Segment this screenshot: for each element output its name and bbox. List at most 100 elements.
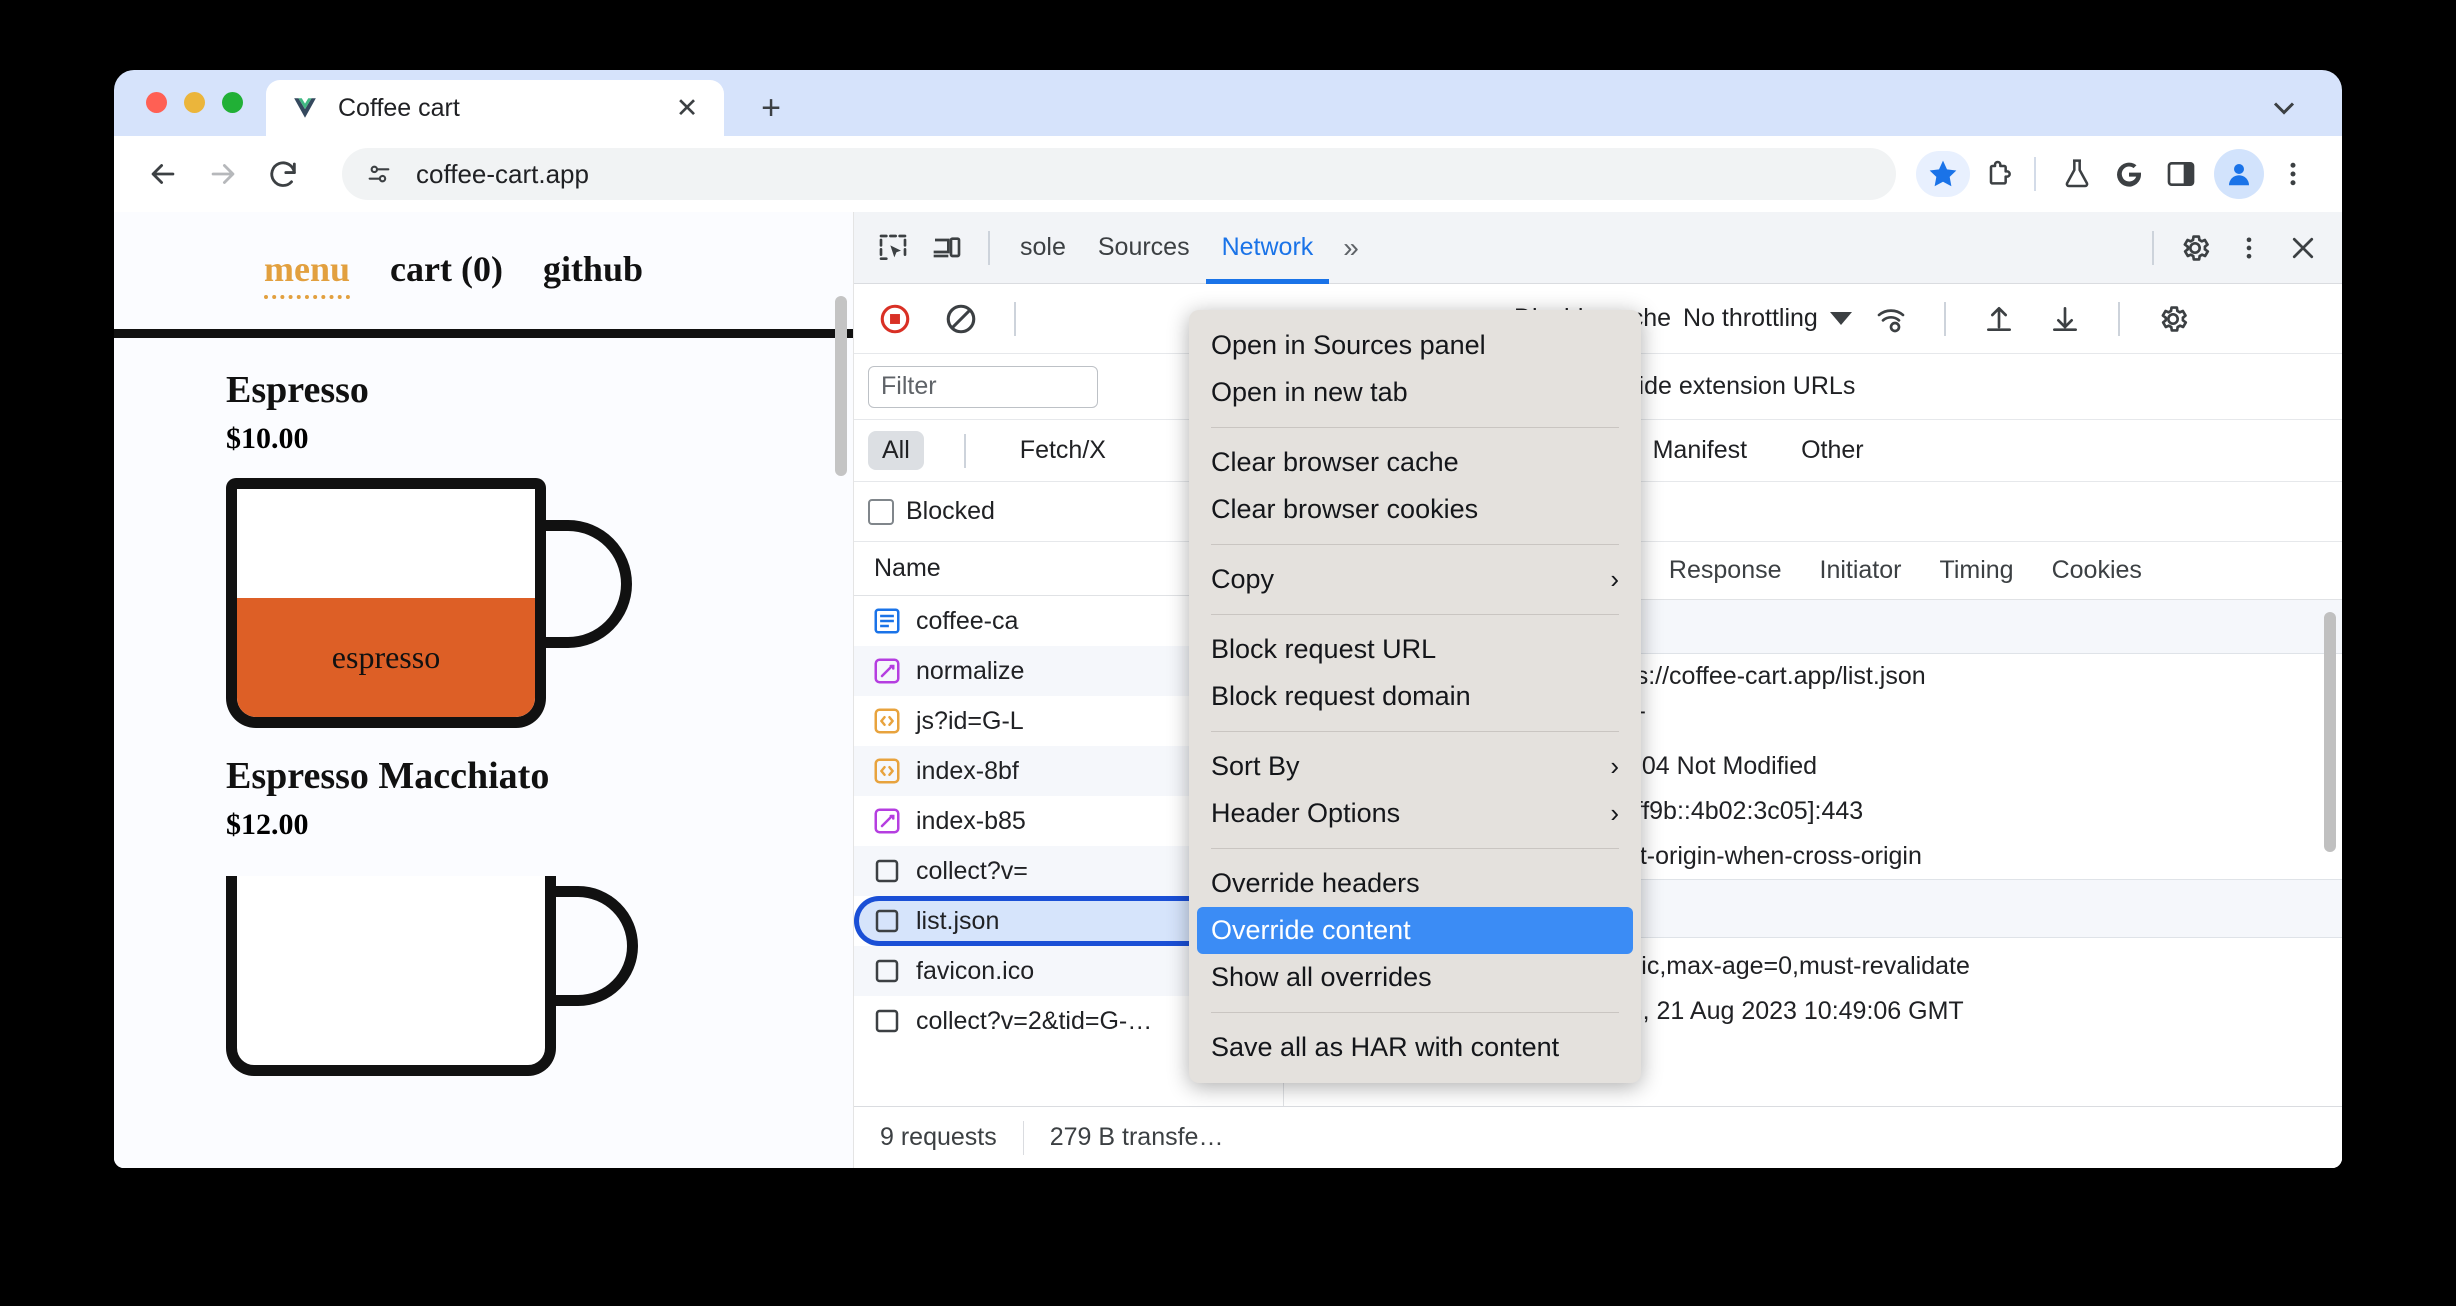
menu-separator (1211, 848, 1619, 849)
gear-icon[interactable] (2168, 224, 2222, 272)
menu-item-open-in-sources-panel[interactable]: Open in Sources panel (1189, 322, 1641, 369)
record-stop-icon[interactable] (868, 295, 922, 343)
filter-input[interactable]: Filter (868, 365, 1098, 408)
export-har-icon[interactable] (2038, 295, 2092, 343)
request-name: index-b85 (916, 806, 1026, 835)
menu-separator (1211, 544, 1619, 545)
hide-extension-urls-label: Hide extension URLs (1620, 372, 1856, 400)
request-name: js?id=G-L (916, 706, 1024, 735)
bookmark-star-icon[interactable] (1916, 151, 1970, 197)
type-filter-fetch-xhr[interactable]: Fetch/X (1006, 431, 1120, 470)
header-value: Mon, 21 Aug 2023 10:49:06 GMT (1594, 997, 1964, 1025)
nav-link-menu[interactable]: menu (264, 248, 351, 299)
network-conditions-icon[interactable] (1864, 295, 1918, 343)
type-filter-all[interactable]: All (868, 431, 924, 470)
back-arrow-icon[interactable] (140, 151, 186, 197)
side-panel-icon[interactable] (2158, 151, 2204, 197)
toolbar-divider (2152, 230, 2154, 265)
clear-network-icon[interactable] (934, 295, 988, 343)
page-scrollbar[interactable] (835, 296, 847, 476)
generic-file-icon (872, 856, 902, 886)
detail-scrollbar[interactable] (2324, 612, 2336, 852)
menu-item-sort-by[interactable]: Sort By › (1189, 743, 1641, 790)
forward-arrow-icon[interactable] (200, 151, 246, 197)
header-value: public,max-age=0,must-revalidate (1594, 952, 1970, 980)
checkbox-box[interactable] (868, 498, 894, 525)
type-filter-other[interactable]: Other (1787, 431, 1878, 470)
menu-item-copy[interactable]: Copy › (1189, 556, 1641, 603)
script-icon (872, 756, 902, 786)
referrer-policy-value: strict-origin-when-cross-origin (1594, 842, 1922, 870)
experiments-flask-icon[interactable] (2054, 151, 2100, 197)
nav-link-cart[interactable]: cart (0) (390, 248, 503, 290)
stylesheet-icon (872, 656, 902, 686)
close-window-button[interactable] (146, 92, 167, 113)
minimize-window-button[interactable] (184, 92, 205, 113)
browser-tab[interactable]: Coffee cart ✕ (266, 80, 724, 136)
chevron-down-icon[interactable] (2266, 90, 2302, 126)
extensions-puzzle-icon[interactable] (1976, 151, 2022, 197)
new-tab-button[interactable]: + (754, 91, 788, 126)
chrome-menu-icon[interactable] (2270, 151, 2316, 197)
inspect-element-icon[interactable] (866, 224, 920, 272)
request-name: index-8bf (916, 756, 1019, 785)
menu-item-show-all-overrides[interactable]: Show all overrides (1189, 954, 1641, 1001)
blocked-checkbox[interactable]: Blocked (868, 497, 995, 526)
menu-item-override-content[interactable]: Override content (1197, 907, 1633, 954)
espresso-cup-graphic[interactable]: espresso (226, 478, 632, 728)
screenshot-root: Coffee cart ✕ + coffee-cart.app menu car… (0, 0, 2456, 1306)
maximize-window-button[interactable] (222, 92, 243, 113)
more-vertical-icon[interactable] (2222, 224, 2276, 272)
cup-handle (532, 520, 632, 648)
stylesheet-icon (872, 806, 902, 836)
reload-icon[interactable] (260, 151, 306, 197)
toolbar-divider (963, 433, 966, 468)
nav-link-github[interactable]: github (543, 248, 643, 290)
window-controls[interactable] (146, 92, 243, 113)
menu-item-save-all-as-har[interactable]: Save all as HAR with content (1189, 1024, 1641, 1071)
menu-item-label: Override content (1211, 915, 1411, 945)
menu-item-clear-browser-cookies[interactable]: Clear browser cookies (1189, 486, 1641, 533)
menu-item-block-request-domain[interactable]: Block request domain (1189, 673, 1641, 720)
menu-item-clear-browser-cache[interactable]: Clear browser cache (1189, 439, 1641, 486)
menu-separator (1211, 731, 1619, 732)
tab-network[interactable]: Network (1206, 212, 1330, 284)
vue-logo-icon (292, 95, 318, 121)
more-tabs-icon[interactable]: » (1329, 232, 1373, 264)
document-icon (872, 606, 902, 636)
menu-item-label: Show all overrides (1211, 962, 1432, 992)
blocked-label: Blocked (906, 497, 995, 525)
product-espresso-macchiato: Espresso Macchiato $12.00 (114, 728, 853, 1076)
menu-item-override-headers[interactable]: Override headers (1189, 860, 1641, 907)
throttling-select[interactable]: No throttling (1683, 304, 1818, 333)
profile-avatar-icon[interactable] (2214, 149, 2264, 199)
tab-sources[interactable]: Sources (1082, 212, 1206, 284)
type-filter-manifest[interactable]: Manifest (1639, 431, 1761, 470)
menu-item-label: Clear browser cache (1211, 447, 1459, 477)
tab-title: Coffee cart (338, 93, 460, 122)
tab-initiator[interactable]: Initiator (1820, 556, 1902, 585)
address-bar[interactable]: coffee-cart.app (342, 148, 1896, 200)
tab-cookies[interactable]: Cookies (2052, 556, 2142, 585)
request-name: favicon.ico (916, 956, 1035, 985)
tab-response[interactable]: Response (1669, 556, 1782, 585)
script-icon (872, 706, 902, 736)
google-g-icon[interactable] (2106, 151, 2152, 197)
menu-separator (1211, 614, 1619, 615)
chevron-down-icon[interactable] (1829, 312, 1852, 325)
toolbar-divider (1014, 301, 1016, 336)
tab-close-icon[interactable]: ✕ (672, 93, 702, 123)
site-settings-tune-icon[interactable] (364, 159, 394, 189)
device-toolbar-icon[interactable] (920, 224, 974, 272)
menu-item-header-options[interactable]: Header Options › (1189, 790, 1641, 837)
chevron-right-icon: › (1610, 798, 1619, 828)
close-icon[interactable] (2276, 224, 2330, 272)
import-har-icon[interactable] (1972, 295, 2026, 343)
network-settings-icon[interactable] (2146, 295, 2200, 343)
macchiato-cup-graphic[interactable] (226, 876, 646, 1076)
menu-item-block-request-url[interactable]: Block request URL (1189, 626, 1641, 673)
tab-timing[interactable]: Timing (1939, 556, 2013, 585)
product-name: Espresso Macchiato (226, 755, 550, 797)
tab-console[interactable]: sole (1004, 212, 1082, 284)
menu-item-open-in-new-tab[interactable]: Open in new tab (1189, 369, 1641, 416)
